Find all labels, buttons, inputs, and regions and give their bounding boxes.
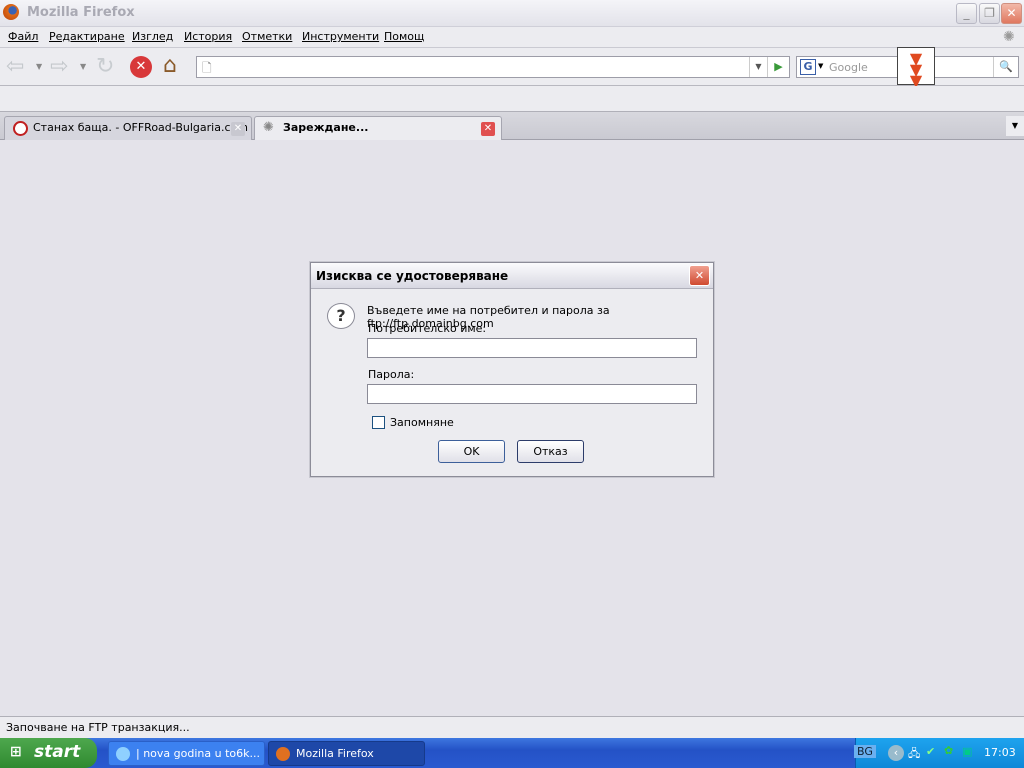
network-icon[interactable]: 🖧 bbox=[908, 745, 920, 764]
remember-checkbox[interactable] bbox=[372, 416, 385, 429]
menu-history[interactable]: История bbox=[184, 30, 232, 43]
loading-spinner-icon: ✺ bbox=[263, 120, 274, 135]
restore-button[interactable]: ❐ bbox=[979, 3, 1000, 24]
tab-offroad[interactable]: Станах баща. - OFFRoad-Bulgaria.com ✕ bbox=[4, 116, 252, 140]
minimize-button[interactable]: _ bbox=[956, 3, 977, 24]
menu-help[interactable]: Помощ bbox=[384, 30, 424, 43]
close-window-button[interactable]: ✕ bbox=[1001, 3, 1022, 24]
search-button[interactable]: 🔍 bbox=[993, 57, 1018, 77]
clock[interactable]: 17:03 bbox=[984, 746, 1016, 759]
show-hidden-icons-button[interactable]: ‹ bbox=[888, 745, 904, 761]
taskbar: ⊞ start | nova godina u to6k... Mozilla F… bbox=[0, 738, 1024, 768]
reload-button[interactable]: ↻ bbox=[96, 54, 114, 79]
status-bar: Започване на FTP транзакция... bbox=[0, 716, 1024, 738]
tab-close-icon[interactable]: ✕ bbox=[481, 122, 495, 136]
menu-edit[interactable]: Редактиране bbox=[49, 30, 125, 43]
status-text: Започване на FTP транзакция... bbox=[6, 721, 190, 734]
menu-bar: Файл Редактиране Изглед История Отметки … bbox=[0, 27, 1024, 48]
tab-loading[interactable]: ✺ Зареждане... ✕ bbox=[254, 116, 502, 140]
icq-icon[interactable]: ✿ bbox=[944, 744, 953, 757]
back-button[interactable]: ⇦ bbox=[6, 54, 24, 79]
window-title: Mozilla Firefox bbox=[27, 5, 135, 20]
dialog-title: Изисква се удостоверяване bbox=[316, 269, 509, 283]
language-indicator[interactable]: BG bbox=[854, 745, 876, 758]
remember-label: Запомняне bbox=[390, 416, 454, 429]
firefox-icon bbox=[276, 747, 290, 761]
shield-icon[interactable]: ✔ bbox=[926, 745, 935, 758]
chat-app-icon bbox=[116, 747, 130, 761]
menu-tools[interactable]: Инструменти bbox=[302, 30, 379, 43]
start-button[interactable]: ⊞ start bbox=[0, 738, 97, 768]
password-field[interactable] bbox=[367, 384, 697, 404]
forward-button[interactable]: ⇨ bbox=[50, 54, 68, 79]
url-input[interactable]: 🗋 ▼ ▶ bbox=[196, 56, 790, 78]
menu-bookmarks[interactable]: Отметки bbox=[242, 30, 292, 43]
taskbar-item-chat[interactable]: | nova godina u to6k... bbox=[108, 741, 265, 766]
firefox-logo-icon bbox=[3, 4, 19, 20]
start-label: start bbox=[34, 742, 81, 762]
google-engine-icon[interactable]: G bbox=[800, 59, 816, 75]
dialog-title-bar: Изисква се удостоверяване ✕ bbox=[311, 263, 713, 289]
password-label: Парола: bbox=[368, 368, 415, 381]
taskbar-item-firefox[interactable]: Mozilla Firefox bbox=[268, 741, 425, 766]
menu-file[interactable]: Файл bbox=[8, 30, 38, 43]
auth-dialog: Изисква се удостоверяване ✕ ? Въведете и… bbox=[310, 262, 714, 477]
tab-label: Зареждане... bbox=[283, 121, 369, 134]
bookmarks-toolbar bbox=[0, 86, 1024, 112]
taskbar-label: | nova godina u to6k... bbox=[136, 747, 260, 760]
tab-close-icon[interactable]: ✕ bbox=[231, 122, 245, 136]
site-favicon-icon bbox=[13, 121, 28, 136]
tab-label: Станах баща. - OFFRoad-Bulgaria.com bbox=[33, 121, 248, 134]
page-icon: 🗋 bbox=[202, 61, 212, 75]
cancel-button[interactable]: Отказ bbox=[517, 440, 584, 463]
url-history-dropdown[interactable]: ▼ bbox=[749, 57, 767, 77]
engine-dropdown-icon[interactable]: ▼ bbox=[818, 62, 823, 70]
username-label: Потребителско име: bbox=[368, 322, 487, 335]
go-button[interactable]: ▶ bbox=[767, 57, 789, 77]
system-tray: BG ‹ 🖧 ✔ ✿ ▣ 17:03 bbox=[854, 738, 1024, 768]
question-icon: ? bbox=[327, 303, 355, 329]
ok-button[interactable]: OK bbox=[438, 440, 505, 463]
stop-button[interactable]: ✕ bbox=[130, 56, 152, 78]
windows-logo-icon: ⊞ bbox=[10, 744, 22, 760]
tab-list-dropdown[interactable]: ▼ bbox=[1006, 116, 1024, 136]
tray-app-icon[interactable]: ▣ bbox=[962, 745, 972, 758]
back-history-dropdown[interactable]: ▼ bbox=[36, 62, 42, 71]
menu-view[interactable]: Изглед bbox=[132, 30, 173, 43]
username-field[interactable] bbox=[367, 338, 697, 358]
taskbar-label: Mozilla Firefox bbox=[296, 747, 374, 760]
title-bar: Mozilla Firefox _ ❐ ✕ bbox=[0, 0, 1024, 27]
home-button[interactable]: ⌂ bbox=[163, 53, 177, 78]
dialog-close-button[interactable]: ✕ bbox=[689, 265, 710, 286]
search-input[interactable]: Google bbox=[829, 61, 868, 74]
forward-history-dropdown[interactable]: ▼ bbox=[80, 62, 86, 71]
download-helper-icon[interactable]: ▼ ▼ ▼ bbox=[897, 47, 935, 89]
throbber-icon: ✺ bbox=[1003, 29, 1015, 45]
